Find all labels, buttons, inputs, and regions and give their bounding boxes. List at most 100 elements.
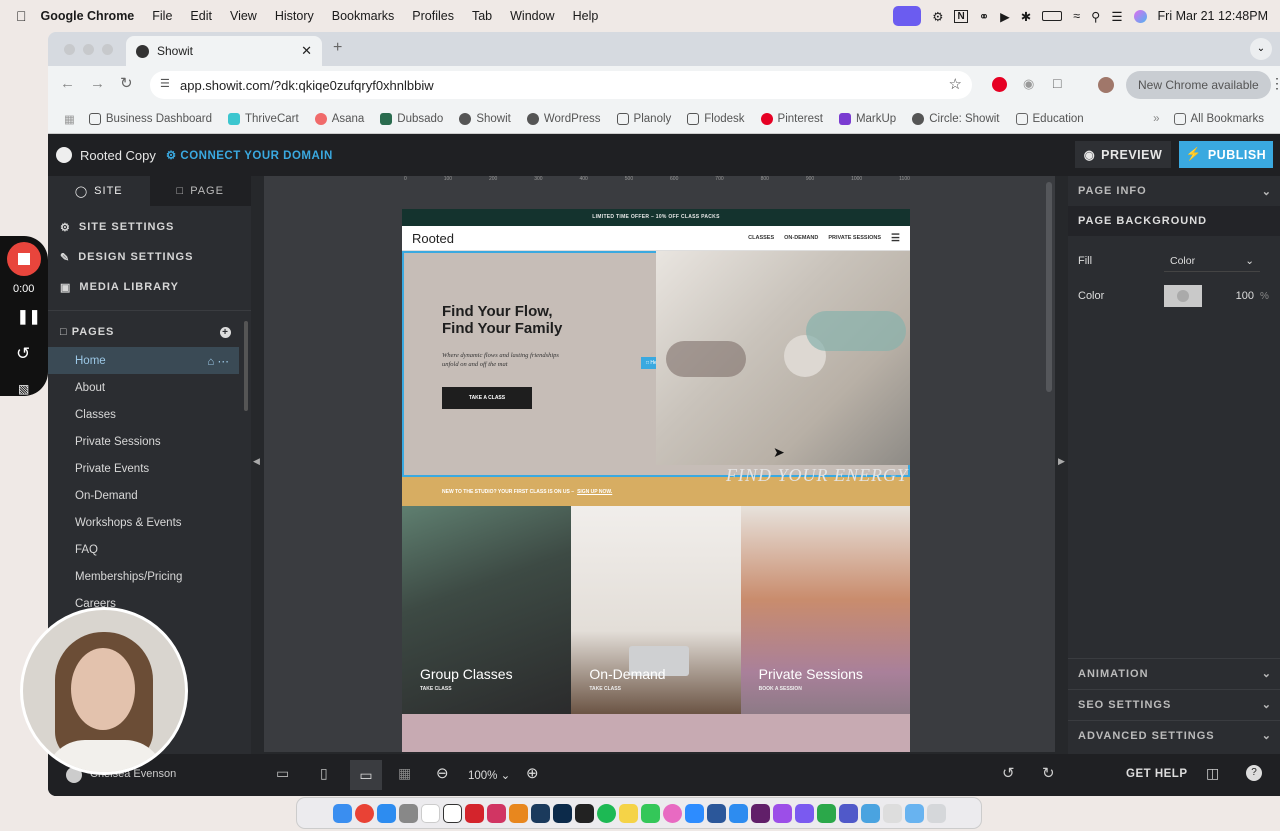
photos-icon[interactable] xyxy=(662,803,682,823)
menu-edit[interactable]: Edit xyxy=(190,9,212,23)
menu-window[interactable]: Window xyxy=(510,9,554,23)
spotify-icon[interactable] xyxy=(596,803,616,823)
zoom-icon[interactable] xyxy=(684,803,704,823)
browser-tab[interactable]: Showit ✕ xyxy=(126,36,322,66)
nav-private-sessions[interactable]: PRIVATE SESSIONS xyxy=(828,235,881,241)
nav-on-demand[interactable]: ON-DEMAND xyxy=(784,235,818,241)
site-logo[interactable]: Rooted xyxy=(412,231,454,246)
webcam-bubble[interactable] xyxy=(20,607,188,775)
mobile-view-icon[interactable]: ▯ xyxy=(320,765,328,782)
apps-grid-icon[interactable]: ▦ xyxy=(64,112,75,126)
clock-text[interactable]: Fri Mar 21 12:48PM xyxy=(1158,9,1268,23)
figma-icon[interactable] xyxy=(574,803,594,823)
back-icon[interactable]: ← xyxy=(60,75,75,92)
traffic-lights[interactable] xyxy=(64,44,113,55)
illustrator-icon[interactable] xyxy=(508,803,528,823)
play-icon[interactable]: ▶ xyxy=(1000,9,1010,24)
control-center-icon[interactable]: ☰ xyxy=(1111,9,1122,24)
next-section[interactable] xyxy=(402,714,910,752)
collapse-right-icon[interactable]: ▶ xyxy=(1058,456,1065,467)
desktop-active-view-icon[interactable]: ▭ xyxy=(350,760,382,790)
menu-view[interactable]: View xyxy=(230,9,257,23)
stop-recording-button[interactable] xyxy=(7,242,41,276)
preview-button[interactable]: ◉ PREVIEW xyxy=(1075,141,1171,168)
menu-tab[interactable]: Tab xyxy=(472,9,492,23)
chat-help-icon[interactable]: ? xyxy=(1246,765,1262,781)
site-name[interactable]: Rooted Copy xyxy=(80,148,156,163)
bookmark-planoly[interactable]: Planoly xyxy=(616,112,671,125)
address-bar[interactable]: ☰ app.showit.com/?dk:qkiqe0zufqryf0xhnlb… xyxy=(150,71,972,99)
numbers-icon[interactable] xyxy=(816,803,836,823)
hero-photo[interactable] xyxy=(656,251,910,465)
menu-bookmarks[interactable]: Bookmarks xyxy=(332,9,395,23)
menu-profiles[interactable]: Profiles xyxy=(412,9,454,23)
notion-icon[interactable] xyxy=(442,803,462,823)
page-info-section[interactable]: PAGE INFO ⌄ xyxy=(1068,176,1280,206)
page-item-on-demand[interactable]: On-Demand xyxy=(48,482,251,509)
lightroom-icon[interactable] xyxy=(530,803,550,823)
card-on-demand[interactable]: On-Demand TAKE CLASS xyxy=(571,506,741,714)
bookmark-asana[interactable]: Asana xyxy=(314,112,364,125)
reload-icon[interactable]: ↻ xyxy=(120,74,133,92)
messages-icon[interactable] xyxy=(640,803,660,823)
advanced-settings-section[interactable]: ADVANCED SETTINGS ⌄ xyxy=(1068,720,1280,750)
menu-history[interactable]: History xyxy=(275,9,314,23)
page-item-faq[interactable]: FAQ xyxy=(48,536,251,563)
siri-icon[interactable] xyxy=(1133,9,1147,23)
mail-icon[interactable] xyxy=(728,803,748,823)
bookmark-markup[interactable]: MarkUp xyxy=(838,112,896,125)
collapse-left-icon[interactable]: ◀ xyxy=(253,456,260,467)
forward-icon[interactable]: → xyxy=(90,75,105,92)
extensions-icon[interactable]: □ xyxy=(1053,75,1061,91)
nav-classes[interactable]: CLASSES xyxy=(748,235,774,241)
teams-icon[interactable] xyxy=(838,803,858,823)
word-icon[interactable] xyxy=(706,803,726,823)
bookmark-dubsado[interactable]: Dubsado xyxy=(380,112,443,125)
new-tab-icon[interactable]: + xyxy=(333,39,342,57)
seo-settings-section[interactable]: SEO SETTINGS ⌄ xyxy=(1068,689,1280,719)
page-item-home[interactable]: Home ⌂ ⋯ xyxy=(48,347,239,374)
page-item-memberships[interactable]: Memberships/Pricing xyxy=(48,563,251,590)
site-info-icon[interactable]: ☰ xyxy=(160,77,170,90)
redo-icon[interactable]: ↻ xyxy=(1042,764,1055,782)
connect-domain-link[interactable]: ⚙ CONNECT YOUR DOMAIN xyxy=(166,148,333,162)
pinterest-ext-icon[interactable] xyxy=(992,77,1007,92)
profile-avatar[interactable] xyxy=(1098,77,1114,93)
gear-status-icon[interactable]: ⚙ xyxy=(932,9,943,24)
tab-page[interactable]: □ PAGE xyxy=(150,176,252,206)
app-store-icon[interactable] xyxy=(376,803,396,823)
zoom-in-icon[interactable]: ⊕ xyxy=(526,764,539,782)
fill-select[interactable]: Color ⌄ xyxy=(1164,250,1260,272)
camera-ext-icon[interactable]: ◉ xyxy=(1023,76,1034,92)
bluetooth-icon[interactable]: ✱ xyxy=(1021,9,1031,24)
all-bookmarks[interactable]: All Bookmarks xyxy=(1173,112,1264,125)
chrome-menu-icon[interactable]: ⋮ xyxy=(1270,75,1280,92)
bookmark-flodesk[interactable]: Flodesk xyxy=(687,112,745,125)
design-settings-link[interactable]: ✎ DESIGN SETTINGS xyxy=(48,242,251,272)
animation-section[interactable]: ANIMATION ⌄ xyxy=(1068,658,1280,688)
close-tab-icon[interactable]: ✕ xyxy=(301,43,312,59)
calendar-icon[interactable] xyxy=(420,803,440,823)
screenshot-icon[interactable] xyxy=(882,803,902,823)
more-icon[interactable]: ⋯ xyxy=(218,356,230,368)
pause-icon[interactable]: ❚❚ xyxy=(17,308,40,325)
snipping-icon[interactable] xyxy=(794,803,814,823)
zoom-out-icon[interactable]: ⊖ xyxy=(436,764,449,782)
preview-icon[interactable] xyxy=(860,803,880,823)
menu-file[interactable]: File xyxy=(152,9,172,23)
bookmark-circle-showit[interactable]: Circle: Showit xyxy=(912,112,1000,125)
hero-overlay-text[interactable]: FIND YOUR ENERGY xyxy=(726,465,908,486)
desktop-view-icon[interactable]: ▭ xyxy=(276,765,289,782)
get-help-button[interactable]: GET HELP xyxy=(1126,768,1188,780)
site-header[interactable]: Rooted CLASSES ON-DEMAND PRIVATE SESSION… xyxy=(402,226,910,251)
search-icon[interactable]: ⚲ xyxy=(1091,9,1100,24)
more-bookmarks-icon[interactable]: » xyxy=(1153,113,1159,125)
notion-icon[interactable]: N xyxy=(954,9,968,23)
docs-icon[interactable]: ◫ xyxy=(1206,765,1219,782)
grid-icon[interactable]: ▦ xyxy=(398,765,411,782)
bookmark-education[interactable]: Education xyxy=(1015,112,1084,125)
photoshop-icon[interactable] xyxy=(552,803,572,823)
site-preview[interactable]: LIMITED TIME OFFER – 10% OFF CLASS PACKS… xyxy=(402,209,910,752)
page-item-private-events[interactable]: Private Events xyxy=(48,455,251,482)
page-item-private-sessions[interactable]: Private Sessions xyxy=(48,428,251,455)
